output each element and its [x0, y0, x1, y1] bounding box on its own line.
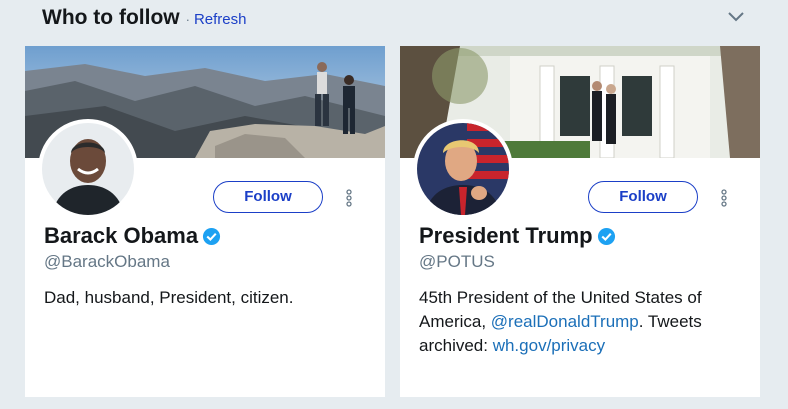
verified-badge-icon	[597, 227, 615, 245]
profile-bio: 45th President of the United States of A…	[419, 286, 749, 358]
refresh-link[interactable]: Refresh	[194, 11, 247, 28]
follow-button[interactable]: Follow	[213, 181, 323, 213]
avatar-photo	[42, 123, 134, 215]
mention-link[interactable]: @realDonaldTrump	[491, 312, 639, 331]
avatar-photo	[417, 123, 509, 215]
follow-card-barack-obama: Follow Barack Obama @BarackObama Dad, hu…	[25, 46, 385, 397]
avatar[interactable]	[38, 119, 138, 219]
title-separator: ·	[185, 12, 190, 27]
profile-handle[interactable]: @POTUS	[419, 252, 495, 272]
profile-name-row[interactable]: President Trump	[419, 223, 616, 249]
who-to-follow-header: Who to follow · Refresh	[42, 6, 247, 32]
more-vertical-icon[interactable]	[343, 188, 355, 208]
follow-card-president-trump: Follow President Trump @POTUS 45th Presi…	[400, 46, 760, 397]
profile-name[interactable]: Barack Obama	[44, 223, 198, 249]
verified-badge-icon	[203, 227, 221, 245]
avatar[interactable]	[413, 119, 513, 219]
follow-button[interactable]: Follow	[588, 181, 698, 213]
profile-handle[interactable]: @BarackObama	[44, 252, 170, 272]
profile-bio: Dad, husband, President, citizen.	[44, 288, 294, 307]
chevron-down-icon[interactable]	[726, 10, 746, 24]
url-link[interactable]: wh.gov/privacy	[493, 336, 605, 355]
more-vertical-icon[interactable]	[718, 188, 730, 208]
profile-name-row[interactable]: Barack Obama	[44, 223, 221, 249]
profile-name[interactable]: President Trump	[419, 223, 593, 249]
section-title: Who to follow	[42, 6, 180, 29]
